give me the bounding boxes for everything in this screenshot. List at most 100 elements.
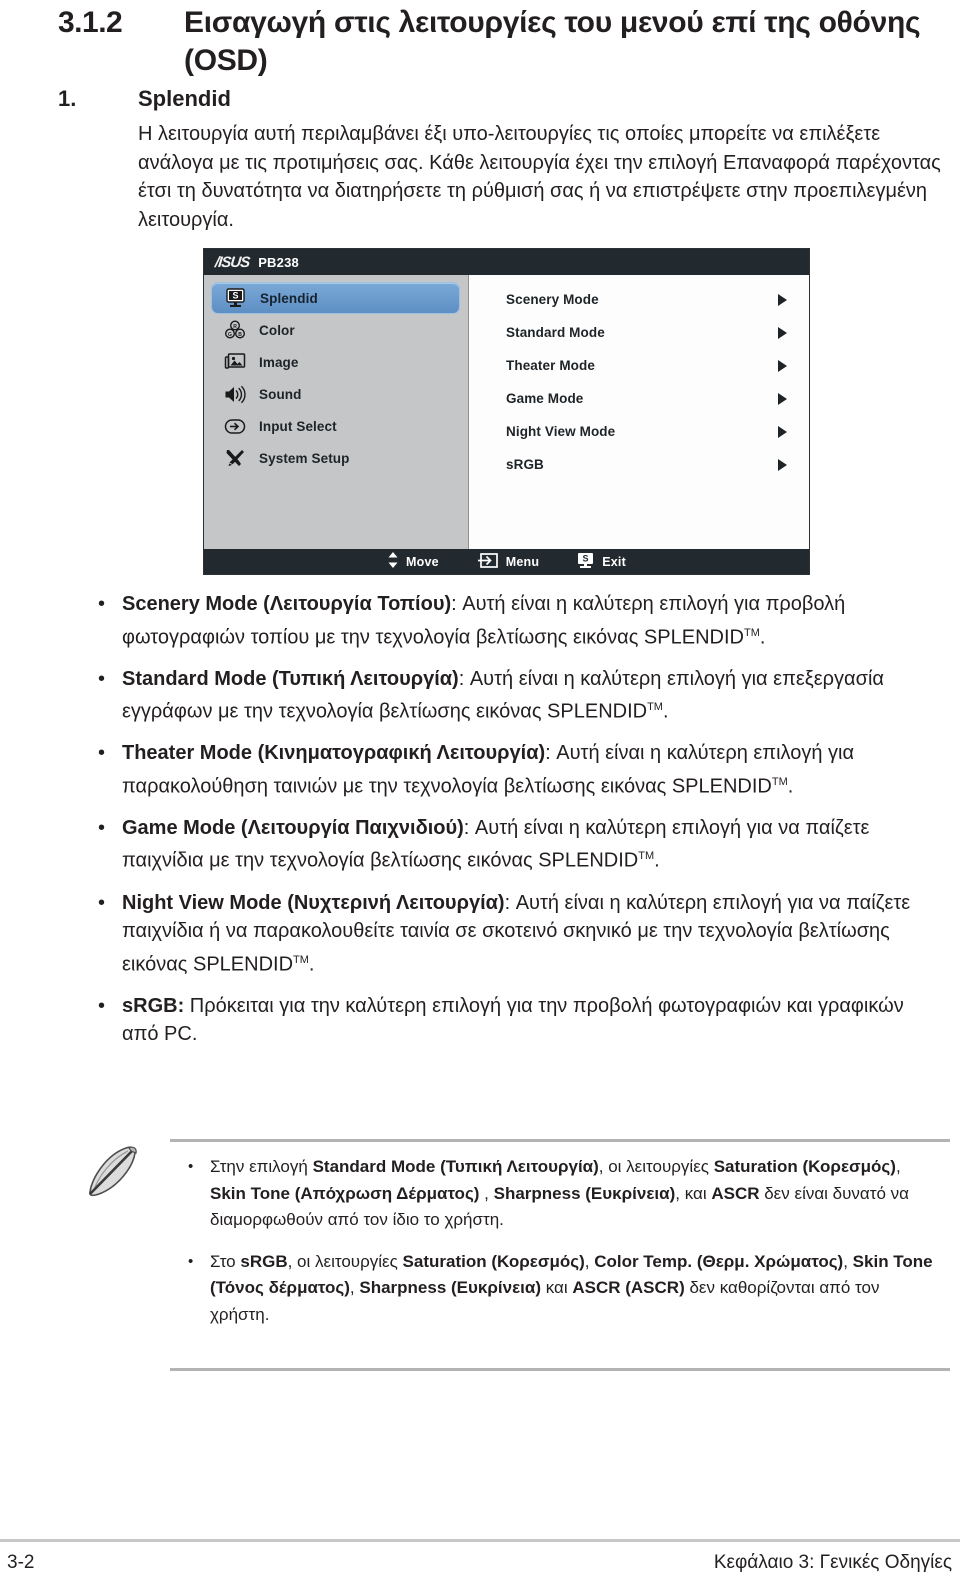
note-text-part: ,: [479, 1183, 494, 1203]
osd-body: S Splendid R G B Color Image Sound Input…: [204, 275, 809, 549]
osd-options-panel: Scenery Mode Standard Mode Theater Mode …: [469, 275, 809, 549]
list-item-text: Night View Mode (Νυχτερινή Λειτουργία): …: [122, 889, 922, 979]
bullet-dot: •: [98, 816, 106, 839]
mode-tail: .: [662, 700, 669, 723]
note-bold-part: Saturation (Κορεσμός): [713, 1157, 896, 1176]
note-text-part: , οι λειτουργίες: [598, 1157, 714, 1176]
pencil-note-icon: [82, 1142, 148, 1200]
footer-divider: [0, 1539, 960, 1542]
splendid-s-icon: S: [577, 552, 595, 572]
osd-menu-item-splendid[interactable]: S Splendid: [211, 282, 460, 314]
mode-tail: .: [308, 953, 315, 976]
sub-heading: 1. Splendid: [58, 84, 948, 114]
osd-menu-item-label: System Setup: [259, 450, 350, 466]
chevron-right-icon: [778, 293, 787, 306]
bullet-dot: •: [188, 1158, 194, 1175]
list-item-text: sRGB: Πρόκειται για την καλύτερη επιλογή…: [122, 992, 922, 1049]
osd-menu-item-label: Color: [259, 322, 295, 338]
mode-name: Night View Mode (Νυχτερινή Λειτουργία): [122, 891, 505, 914]
note-list-item: • Στην επιλογή Standard Mode (Τυπική Λει…: [188, 1154, 950, 1234]
note-list-item: • Στο sRGB, οι λειτουργίες Saturation (Κ…: [188, 1249, 950, 1329]
mode-description: Πρόκειται για την καλύτερη επιλογή για τ…: [122, 994, 904, 1046]
note-list-item-text: Στην επιλογή Standard Mode (Τυπική Λειτο…: [210, 1154, 940, 1234]
osd-footer-move[interactable]: Move: [387, 551, 439, 572]
trademark-mark: TM: [293, 953, 309, 966]
note-text-part: ,: [349, 1278, 360, 1297]
note-bold-part: Skin Tone (Απόχρωση Δέρματος): [210, 1183, 480, 1203]
note-bold-part: ASCR (ASCR): [572, 1278, 685, 1297]
note-top-divider: [170, 1139, 950, 1142]
input-arrow-icon: [223, 415, 247, 437]
svg-text:R: R: [233, 324, 237, 330]
note-text-part: ,: [895, 1157, 901, 1176]
bullet-dot: •: [98, 891, 106, 914]
section-heading: 3.1.2 Εισαγωγή στις λειτουργίες του μενο…: [58, 4, 948, 80]
note-bold-part: sRGB: [240, 1251, 288, 1271]
osd-menu-item-label: Splendid: [260, 290, 318, 306]
list-item: • Game Mode (Λειτουργία Παιχνιδιού): Αυτ…: [98, 814, 948, 876]
osd-option-label: Scenery Mode: [506, 292, 599, 307]
osd-footer-label: Menu: [505, 554, 540, 569]
note-bold-part: Sharpness (Ευκρίνεια): [493, 1183, 676, 1203]
document-page: 3.1.2 Εισαγωγή στις λειτουργίες του μενο…: [0, 0, 960, 1587]
bullet-dot: •: [188, 1252, 194, 1270]
mode-name: Standard Mode (Τυπική Λειτουργία): [122, 667, 459, 690]
list-item-text: Game Mode (Λειτουργία Παιχνιδιού): Αυτή …: [122, 814, 922, 876]
chevron-right-icon: [778, 359, 787, 372]
osd-sidebar: S Splendid R G B Color Image Sound Input…: [204, 275, 469, 549]
note-bold-part: Sharpness (Ευκρίνεια): [359, 1278, 541, 1297]
note-text-part: ,: [843, 1251, 853, 1271]
note-bold-part: Standard Mode (Τυπική Λειτουργία): [312, 1157, 599, 1176]
osd-menu-item-input-select[interactable]: Input Select: [211, 410, 460, 442]
note-bottom-divider: [170, 1368, 950, 1371]
osd-option-scenery-mode[interactable]: Scenery Mode: [469, 283, 809, 316]
list-item: • sRGB: Πρόκειται για την καλύτερη επιλο…: [98, 992, 948, 1049]
osd-option-theater-mode[interactable]: Theater Mode: [469, 349, 809, 382]
osd-menu-item-label: Input Select: [259, 418, 337, 434]
list-item: • Scenery Mode (Λειτουργία Τοπίου): Αυτή…: [98, 590, 948, 652]
splendid-monitor-icon: S: [224, 287, 248, 309]
list-item: • Night View Mode (Νυχτερινή Λειτουργία)…: [98, 889, 948, 979]
color-palette-icon: R G B: [223, 319, 247, 341]
osd-titlebar: /ISUS PB238: [204, 249, 809, 275]
chevron-right-icon: [778, 458, 787, 471]
osd-footer-menu[interactable]: Menu: [477, 552, 539, 572]
osd-menu-item-sound[interactable]: Sound: [211, 378, 460, 410]
note-bold-part: Color Temp. (Θερμ. Χρώματος): [594, 1251, 844, 1271]
svg-text:S: S: [232, 291, 238, 301]
section-number: 3.1.2: [58, 6, 123, 39]
chevron-right-icon: [778, 326, 787, 339]
trademark-mark: TM: [771, 775, 788, 788]
svg-text:S: S: [583, 553, 589, 563]
osd-option-label: Game Mode: [506, 391, 584, 406]
mode-tail: .: [787, 775, 794, 798]
osd-option-standard-mode[interactable]: Standard Mode: [469, 316, 809, 349]
osd-option-night-view-mode[interactable]: Night View Mode: [469, 415, 809, 448]
trademark-mark: TM: [743, 626, 760, 639]
note-bold-part: ASCR: [711, 1183, 760, 1203]
osd-model-label: PB238: [258, 254, 299, 270]
mode-name: sRGB:: [122, 994, 185, 1017]
osd-option-label: sRGB: [506, 457, 544, 472]
menu-enter-icon: [477, 552, 499, 572]
note-body: • Στην επιλογή Standard Mode (Τυπική Λει…: [188, 1154, 950, 1343]
sub-heading-title: Splendid: [138, 86, 231, 111]
mode-name: Game Mode (Λειτουργία Παιχνιδιού): [122, 816, 464, 839]
note-text-part: Στο: [210, 1251, 241, 1271]
bullet-dot: •: [98, 994, 106, 1017]
osd-menu-item-image[interactable]: Image: [211, 346, 460, 378]
osd-footer-exit[interactable]: S Exit: [577, 552, 626, 572]
osd-menu-item-label: Sound: [259, 386, 302, 402]
osd-menu-item-color[interactable]: R G B Color: [211, 314, 460, 346]
osd-menu-item-system-setup[interactable]: System Setup: [211, 442, 460, 474]
list-item-text: Scenery Mode (Λειτουργία Τοπίου): Αυτή ε…: [122, 590, 922, 652]
svg-text:G: G: [228, 332, 232, 338]
note-text-part: και: [541, 1278, 573, 1297]
osd-option-game-mode[interactable]: Game Mode: [469, 382, 809, 415]
mode-name: Scenery Mode (Λειτουργία Τοπίου): [122, 593, 452, 615]
up-down-arrows-icon: [387, 551, 399, 572]
image-picture-icon: [223, 351, 247, 373]
chapter-label: Κεφάλαιο 3: Γενικές Οδηγίες: [713, 1552, 952, 1573]
page-number: 3-2: [7, 1552, 35, 1573]
osd-option-srgb[interactable]: sRGB: [469, 448, 809, 481]
